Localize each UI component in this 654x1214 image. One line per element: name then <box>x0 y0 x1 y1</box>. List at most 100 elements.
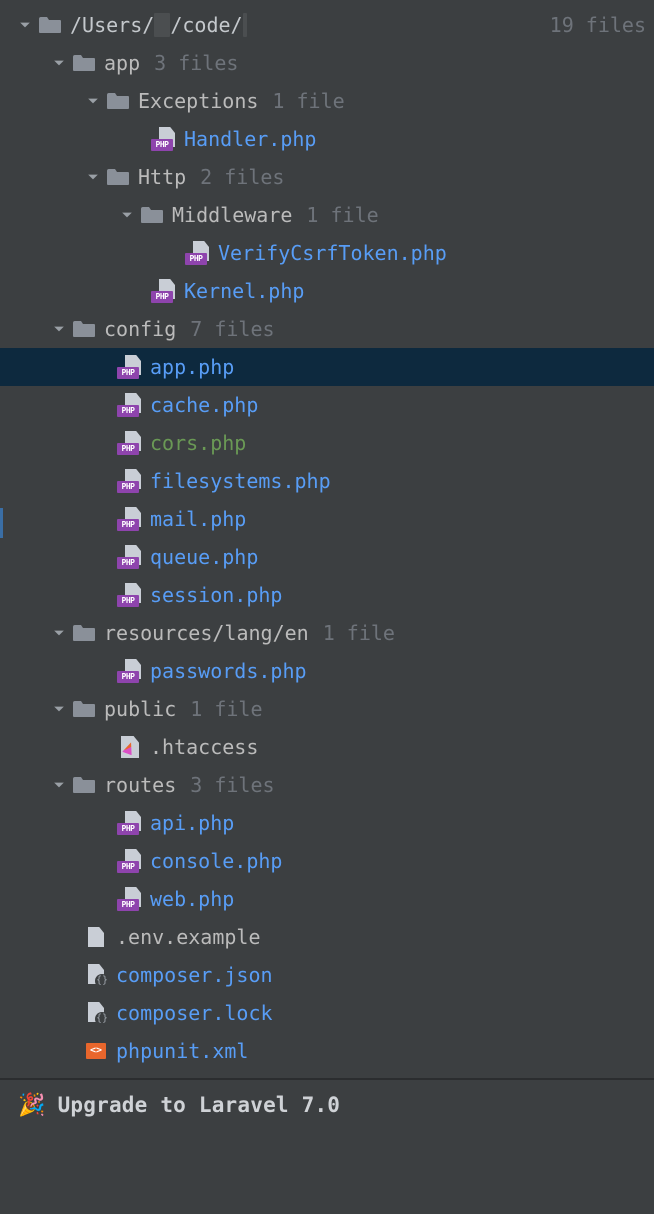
tree-file-row[interactable]: PHPapi.php <box>0 804 654 842</box>
folder-name: app <box>104 51 140 75</box>
file-name: passwords.php <box>150 659 307 683</box>
php-file-icon: PHP <box>116 355 144 379</box>
tree-file-row[interactable]: PHPconsole.php <box>0 842 654 880</box>
php-file-icon: PHP <box>116 659 144 683</box>
folder-name: Middleware <box>172 203 292 227</box>
php-file-icon: PHP <box>150 127 178 151</box>
tree-file-row[interactable]: PHPmail.php <box>0 500 654 538</box>
file-count: 3 files <box>154 51 238 75</box>
root-file-count: 19 files <box>550 13 646 37</box>
chevron-down-icon[interactable] <box>82 171 104 183</box>
file-name: app.php <box>150 355 234 379</box>
tree-file-row[interactable]: PHPcors.php <box>0 424 654 462</box>
file-name: .env.example <box>116 925 261 949</box>
php-file-icon: PHP <box>116 583 144 607</box>
php-file-icon: PHP <box>150 279 178 303</box>
folder-name: Exceptions <box>138 89 258 113</box>
file-name: cors.php <box>150 431 246 455</box>
upgrade-banner[interactable]: 🎉 Upgrade to Laravel 7.0 <box>0 1080 654 1130</box>
chevron-down-icon[interactable] <box>116 209 138 221</box>
folder-icon <box>70 51 98 75</box>
chevron-down-icon[interactable] <box>48 323 70 335</box>
json-file-icon: {} <box>82 1001 110 1025</box>
tree-file-row[interactable]: .env.example <box>0 918 654 956</box>
php-file-icon: PHP <box>116 393 144 417</box>
chevron-down-icon[interactable] <box>48 779 70 791</box>
tree-folder-row[interactable]: resources/lang/en 1 file <box>0 614 654 652</box>
folder-name: Http <box>138 165 186 189</box>
tree-file-row[interactable]: PHPqueue.php <box>0 538 654 576</box>
htaccess-file-icon <box>116 735 144 759</box>
php-file-icon: PHP <box>116 887 144 911</box>
tree-folder-row[interactable]: config 7 files <box>0 310 654 348</box>
tree-file-row[interactable]: {}composer.lock <box>0 994 654 1032</box>
tree-file-row[interactable]: <>phpunit.xml <box>0 1032 654 1070</box>
tree-file-row[interactable]: {}composer.json <box>0 956 654 994</box>
folder-icon <box>36 13 64 37</box>
folder-name: public <box>104 697 176 721</box>
tree-file-row[interactable]: PHPfilesystems.php <box>0 462 654 500</box>
folder-icon <box>104 89 132 113</box>
file-count: 1 file <box>323 621 395 645</box>
file-count: 1 file <box>272 89 344 113</box>
tree-file-row[interactable]: PHPKernel.php <box>0 272 654 310</box>
file-name: web.php <box>150 887 234 911</box>
file-tree: /Users/ /code/ 19 files app 3 files Except… <box>0 0 654 1070</box>
upgrade-banner-text: Upgrade to Laravel 7.0 <box>58 1093 341 1117</box>
folder-icon <box>70 773 98 797</box>
tree-file-row[interactable]: PHPpasswords.php <box>0 652 654 690</box>
chevron-down-icon[interactable] <box>48 57 70 69</box>
chevron-down-icon[interactable] <box>48 627 70 639</box>
file-count: 1 file <box>306 203 378 227</box>
tree-file-row[interactable]: PHPHandler.php <box>0 120 654 158</box>
php-file-icon: PHP <box>116 507 144 531</box>
tree-file-row[interactable]: PHPVerifyCsrfToken.php <box>0 234 654 272</box>
file-name: phpunit.xml <box>116 1039 248 1063</box>
folder-name: config <box>104 317 176 341</box>
folder-name: resources/lang/en <box>104 621 309 645</box>
file-count: 3 files <box>190 773 274 797</box>
selection-edge-marker <box>0 508 3 538</box>
php-file-icon: PHP <box>116 469 144 493</box>
file-name: console.php <box>150 849 282 873</box>
php-file-icon: PHP <box>116 811 144 835</box>
chevron-down-icon[interactable] <box>48 703 70 715</box>
file-name: mail.php <box>150 507 246 531</box>
tree-file-row[interactable]: PHPapp.php <box>0 348 654 386</box>
tree-folder-row[interactable]: public 1 file <box>0 690 654 728</box>
file-name: VerifyCsrfToken.php <box>218 241 447 265</box>
json-file-icon: {} <box>82 963 110 987</box>
folder-icon <box>138 203 166 227</box>
php-file-icon: PHP <box>184 241 212 265</box>
tree-file-row[interactable]: .htaccess <box>0 728 654 766</box>
php-file-icon: PHP <box>116 849 144 873</box>
php-file-icon: PHP <box>116 431 144 455</box>
file-name: composer.json <box>116 963 273 987</box>
chevron-down-icon[interactable] <box>82 95 104 107</box>
folder-icon <box>70 317 98 341</box>
folder-icon <box>70 621 98 645</box>
folder-name: routes <box>104 773 176 797</box>
tree-folder-row[interactable]: Http 2 files <box>0 158 654 196</box>
file-name: composer.lock <box>116 1001 273 1025</box>
file-name: cache.php <box>150 393 258 417</box>
file-count: 1 file <box>190 697 262 721</box>
tree-folder-row[interactable]: Exceptions 1 file <box>0 82 654 120</box>
file-name: Handler.php <box>184 127 316 151</box>
tree-file-row[interactable]: PHPsession.php <box>0 576 654 614</box>
tree-folder-row[interactable]: app 3 files <box>0 44 654 82</box>
chevron-down-icon[interactable] <box>14 19 36 31</box>
tree-file-row[interactable]: PHPweb.php <box>0 880 654 918</box>
file-count: 7 files <box>190 317 274 341</box>
folder-icon <box>70 697 98 721</box>
file-icon <box>82 925 110 949</box>
file-name: api.php <box>150 811 234 835</box>
tree-folder-row[interactable]: routes 3 files <box>0 766 654 804</box>
file-name: Kernel.php <box>184 279 304 303</box>
php-file-icon: PHP <box>116 545 144 569</box>
tree-root-row[interactable]: /Users/ /code/ 19 files <box>0 6 654 44</box>
file-count: 2 files <box>200 165 284 189</box>
root-path: /Users/ /code/ <box>70 13 247 37</box>
tree-file-row[interactable]: PHPcache.php <box>0 386 654 424</box>
tree-folder-row[interactable]: Middleware 1 file <box>0 196 654 234</box>
